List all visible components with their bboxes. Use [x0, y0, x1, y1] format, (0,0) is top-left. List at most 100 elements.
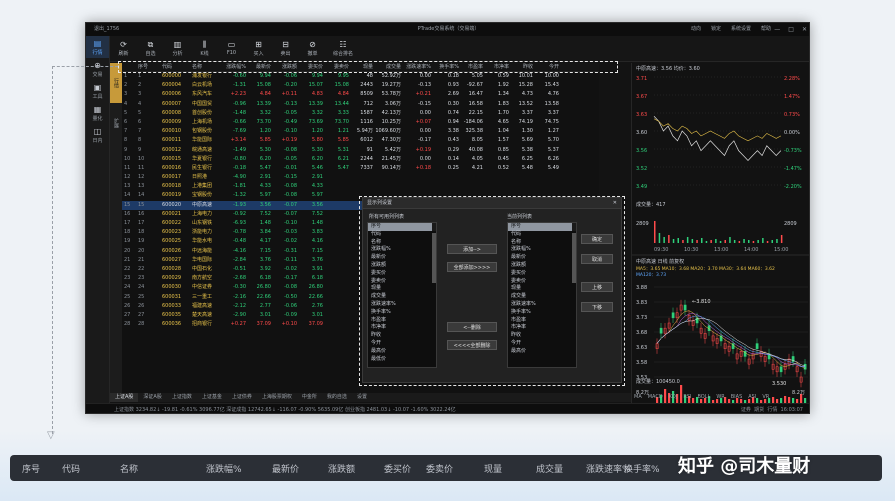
- toolbar-kline[interactable]: ⫼ K线: [191, 36, 218, 61]
- minimize-icon[interactable]: —: [774, 23, 780, 36]
- list-item[interactable]: 涨跌速率%: [508, 301, 576, 309]
- market-tab[interactable]: 上证A股: [110, 393, 139, 402]
- list-item[interactable]: 代码: [368, 231, 436, 239]
- list-item[interactable]: 涨跌额: [368, 262, 436, 270]
- list-item[interactable]: 代码: [508, 231, 576, 239]
- table-row[interactable]: 1 1 600000 浦发银行 -0.60 9.94 -0.06 9.94 9.95 48 52.9…: [122, 72, 599, 81]
- indicator-tab[interactable]: MA: [634, 394, 642, 400]
- list-item[interactable]: 最高价: [368, 348, 436, 356]
- market-tab[interactable]: 上证指数: [167, 393, 197, 402]
- close-icon[interactable]: ✕: [613, 198, 617, 209]
- list-item[interactable]: 市净率: [508, 324, 576, 332]
- list-item[interactable]: 涨跌额: [508, 262, 576, 270]
- table-cell: 13: [138, 183, 145, 190]
- toolbar-f10[interactable]: ▭ F10: [218, 36, 245, 61]
- title-action-dynamic[interactable]: 动向: [691, 23, 701, 36]
- table-row[interactable]: 7 7 600010 包钢股份 -7.69 1.20 -0.10 1.20 1.21 5.94万 1…: [122, 127, 599, 136]
- title-action-lock[interactable]: 锁定: [711, 23, 721, 36]
- list-item[interactable]: 成交量: [368, 293, 436, 301]
- add-all-button[interactable]: 全部添加>>>>: [447, 262, 497, 272]
- list-item[interactable]: 今开: [508, 340, 576, 348]
- market-tab[interactable]: 深证A股: [138, 393, 166, 402]
- list-item[interactable]: 昨收: [368, 332, 436, 340]
- move-up-button[interactable]: 上移: [581, 282, 613, 292]
- table-cell: -1.93: [233, 201, 246, 208]
- list-item[interactable]: 换手率%: [508, 309, 576, 317]
- market-tab[interactable]: 设置: [352, 393, 372, 402]
- list-item[interactable]: 最新价: [508, 254, 576, 262]
- list-item[interactable]: 最新价: [368, 254, 436, 262]
- remove-all-button[interactable]: <<<<全部删除: [447, 340, 497, 350]
- list-item[interactable]: 最高价: [508, 348, 576, 356]
- toolbar-sell[interactable]: ⊟ 卖出: [272, 36, 299, 61]
- table-cell: 600027: [162, 256, 182, 263]
- table-cell: 600031: [162, 293, 182, 300]
- toolbar-cancel[interactable]: ⊘ 撤单: [299, 36, 326, 61]
- table-cell: 4.21: [471, 164, 483, 171]
- close-icon[interactable]: ✕: [802, 23, 807, 36]
- list-item[interactable]: 成交量: [508, 293, 576, 301]
- nav-trade[interactable]: ⊕ 交易: [86, 58, 109, 80]
- indicator-tab[interactable]: MACD: [648, 394, 663, 400]
- toolbar-analysis[interactable]: ▥ 分析: [164, 36, 191, 61]
- maximize-icon[interactable]: □: [788, 23, 794, 36]
- table-row[interactable]: 6 6 600009 上海机场 -0.66 73.70 -0.49 73.69 73.70 111…: [122, 118, 599, 127]
- toolbar-watchlist[interactable]: ⧉ 自选: [137, 36, 164, 61]
- table-cell: 15.07: [308, 82, 323, 89]
- market-tab[interactable]: 我的自选: [322, 393, 352, 402]
- list-item[interactable]: 市净率: [368, 324, 436, 332]
- market-tab[interactable]: 上海股票期权: [257, 393, 297, 402]
- table-cell: 4.84: [259, 91, 271, 98]
- indicator-tab[interactable]: VR: [762, 394, 769, 400]
- table-row[interactable]: 5 5 600008 首创股份 -1.48 3.32 -0.05 3.32 3.33 1587 42…: [122, 109, 599, 118]
- table-row[interactable]: 2 2 600004 白云机场 -1.31 15.08 -0.20 15.07 15.08 244…: [122, 81, 599, 90]
- table-row[interactable]: 12 12 600017 日照港 -4.90 2.91 -0.15 2.91: [122, 173, 599, 182]
- nav-market[interactable]: ▤ 行情: [86, 36, 109, 58]
- table-row[interactable]: 8 8 600011 华能国际 +3.14 5.85 +0.19 5.80 5.85 6012 47…: [122, 136, 599, 145]
- indicator-tab[interactable]: WR: [716, 394, 724, 400]
- toolbar-ranking[interactable]: ☷ 综合排名: [326, 36, 360, 61]
- table-row[interactable]: 13 13 600018 上港集团 -1.81 4.33 -0.08 4.33: [122, 182, 599, 191]
- list-item[interactable]: 委买价: [508, 270, 576, 278]
- list-item[interactable]: 涨跌速率%: [368, 301, 436, 309]
- list-item[interactable]: 昨收: [508, 332, 576, 340]
- list-item[interactable]: 现量: [368, 285, 436, 293]
- indicator-tab[interactable]: BOLL: [697, 394, 710, 400]
- indicator-tab[interactable]: BIAS: [731, 394, 743, 400]
- current-list[interactable]: 序号 代码 名称 涨跌幅% 最新价 涨跌额 委买价 委卖价 现量 成交量 涨跌速率% 换手率% 市盈率市…: [507, 222, 577, 368]
- title-action-settings[interactable]: 系统设置: [731, 23, 751, 36]
- remove-button[interactable]: <--删除: [447, 322, 497, 332]
- table-cell: [325, 320, 351, 329]
- indicator-tab[interactable]: ASI: [748, 394, 756, 400]
- nav-tools[interactable]: ▣ 工具: [86, 80, 109, 102]
- table-row[interactable]: 9 9 600012 皖通高速 -1.49 5.30 -0.08 5.30 5.31 91 5.42…: [122, 146, 599, 155]
- list-item[interactable]: 委买价: [368, 270, 436, 278]
- available-list[interactable]: 序号 代码 名称 涨跌幅% 最新价 涨跌额 委买价 委卖价 现量 成交量 涨跌速率% 换手率% 市盈率市…: [367, 222, 437, 368]
- market-tab[interactable]: 上证基金: [197, 393, 227, 402]
- table-row[interactable]: 4 4 600007 中国国贸 -0.96 13.39 -0.13 13.39 13.44 712…: [122, 100, 599, 109]
- list-item[interactable]: 序号: [368, 223, 436, 231]
- cancel-button[interactable]: 取消: [581, 254, 613, 264]
- indicator-tab[interactable]: RSI: [683, 394, 691, 400]
- table-cell: 15.28: [518, 82, 533, 89]
- move-down-button[interactable]: 下移: [581, 302, 613, 312]
- table-row[interactable]: 10 10 600015 华夏银行 -0.80 6.20 -0.05 6.20 6.21 2244…: [122, 155, 599, 164]
- nav-quant[interactable]: ▦ 量化: [86, 102, 109, 124]
- list-item[interactable]: 换手率%: [368, 309, 436, 317]
- vtab-extend[interactable]: 扩展: [110, 103, 122, 143]
- add-button[interactable]: 添加-->: [447, 244, 497, 254]
- list-item[interactable]: 最低价: [368, 356, 436, 364]
- indicator-tab[interactable]: KDJ: [669, 394, 678, 400]
- ok-button[interactable]: 确定: [581, 234, 613, 244]
- table-row[interactable]: 3 3 600006 东风汽车 +2.23 4.84 +0.11 4.83 4.84 8509 53…: [122, 90, 599, 99]
- market-tab[interactable]: 中金所: [297, 393, 322, 402]
- list-item[interactable]: 今开: [368, 340, 436, 348]
- title-action-help[interactable]: 帮助: [761, 23, 771, 36]
- table-row[interactable]: 11 11 600016 民生银行 -0.18 5.47 -0.01 5.46 5.47 7337…: [122, 164, 599, 173]
- nav-intraday[interactable]: ◫ 日内: [86, 124, 109, 146]
- toolbar-buy[interactable]: ⊞ 买入: [245, 36, 272, 61]
- market-tab[interactable]: 上证债券: [227, 393, 257, 402]
- list-item[interactable]: 序号: [508, 223, 576, 231]
- list-item[interactable]: 现量: [508, 285, 576, 293]
- toolbar-refresh[interactable]: ⟳ 刷新: [110, 36, 137, 61]
